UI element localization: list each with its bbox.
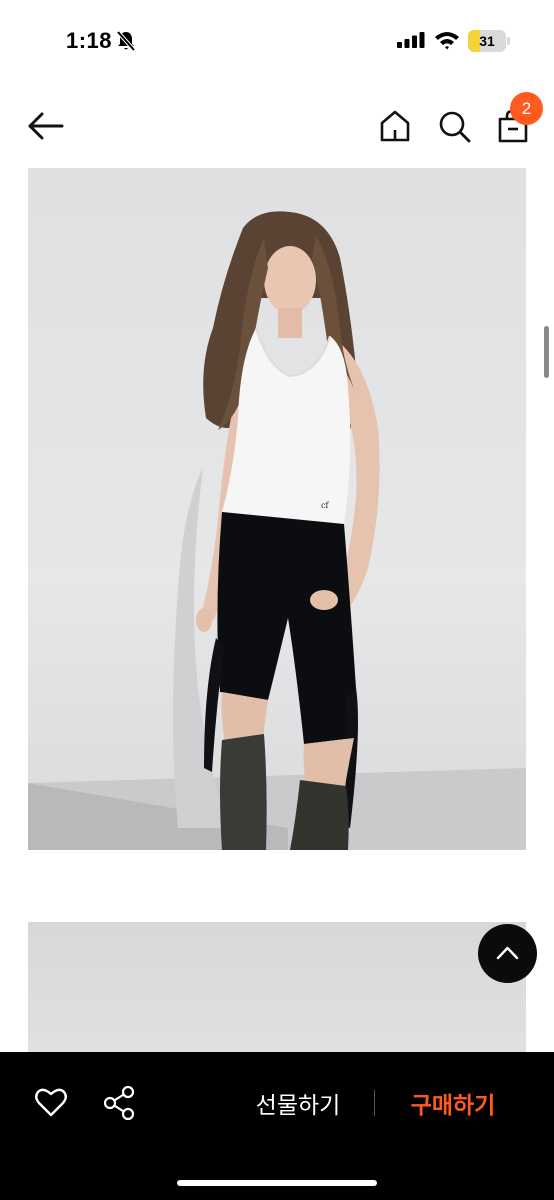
product-photo[interactable]: cf <box>28 168 526 850</box>
svg-text:cf: cf <box>321 501 329 510</box>
divider <box>374 1090 375 1116</box>
arrow-left-icon[interactable] <box>26 108 66 144</box>
scroll-to-top-button[interactable] <box>478 924 537 983</box>
cellular-signal-icon <box>397 32 425 48</box>
scroll-indicator[interactable] <box>544 326 549 378</box>
search-icon[interactable] <box>436 108 472 144</box>
chevron-up-icon <box>496 946 519 960</box>
status-time: 1:18 <box>66 28 113 53</box>
buy-button[interactable]: 구매하기 <box>396 1082 510 1124</box>
bell-slash-icon <box>116 30 136 52</box>
cart-count-badge: 2 <box>510 92 543 125</box>
app-header: 2 <box>0 84 554 168</box>
battery-icon: 31 <box>468 30 510 52</box>
battery-level: 31 <box>479 33 495 49</box>
share-icon[interactable] <box>102 1085 136 1121</box>
home-indicator <box>177 1180 377 1186</box>
gift-button[interactable]: 선물하기 <box>242 1082 354 1124</box>
status-bar: 1:18 31 <box>0 0 554 84</box>
heart-icon[interactable] <box>34 1086 68 1120</box>
product-photo[interactable] <box>28 922 526 1052</box>
home-icon[interactable] <box>378 108 412 144</box>
bottom-action-bar: 선물하기 구매하기 <box>0 1052 554 1200</box>
wifi-icon <box>435 32 459 50</box>
model-illustration: cf <box>28 211 526 850</box>
